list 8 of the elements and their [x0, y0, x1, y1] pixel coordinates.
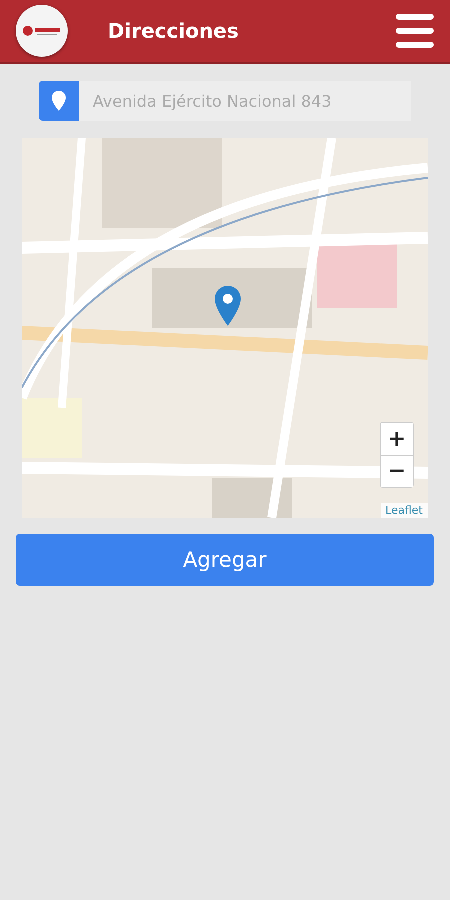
- logo-icon: [16, 5, 68, 57]
- add-button[interactable]: Agregar: [16, 534, 434, 586]
- location-pin-icon: [52, 91, 66, 111]
- page-title: Direcciones: [108, 19, 240, 43]
- zoom-out-button[interactable]: −: [381, 455, 413, 487]
- attribution-link[interactable]: Leaflet: [380, 503, 428, 518]
- map-marker-icon[interactable]: [215, 286, 241, 326]
- menu-icon[interactable]: [396, 14, 434, 48]
